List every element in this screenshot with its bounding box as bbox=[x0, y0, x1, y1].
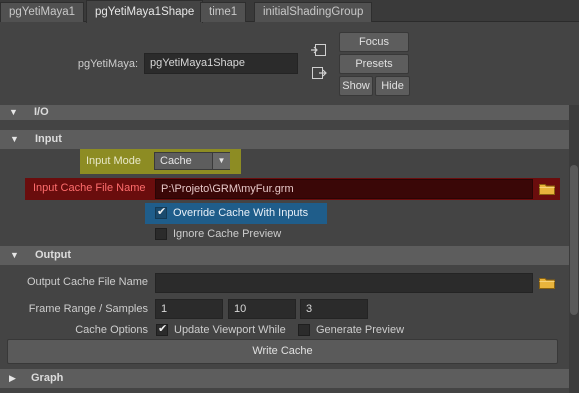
input-mode-value: Cache bbox=[160, 155, 192, 167]
folder-icon[interactable] bbox=[539, 277, 555, 289]
input-mode-label: Input Mode bbox=[86, 155, 142, 167]
checkmark-icon: ✔ bbox=[158, 323, 168, 335]
folder-icon[interactable] bbox=[539, 183, 555, 195]
node-name-field[interactable]: pgYetiMaya1Shape bbox=[144, 53, 298, 74]
ignore-cache-preview-label: Ignore Cache Preview bbox=[173, 228, 282, 240]
section-output[interactable]: ▼ Output bbox=[0, 246, 569, 265]
presets-button[interactable]: Presets bbox=[339, 54, 409, 74]
update-viewport-checkbox[interactable]: ✔ bbox=[156, 323, 168, 336]
section-input[interactable]: ▼ Input bbox=[0, 130, 569, 149]
tab-bar: pgYetiMaya1 pgYetiMaya1Shape time1 initi… bbox=[0, 0, 579, 23]
expand-arrow-icon: ▶ bbox=[9, 373, 16, 383]
input-cache-file-label: Input Cache File Name bbox=[33, 182, 146, 194]
checkmark-icon: ✔ bbox=[157, 206, 167, 218]
section-output-title: Output bbox=[35, 249, 72, 261]
section-io[interactable]: ▼ I/O bbox=[0, 105, 569, 120]
node-name-label: pgYetiMaya: bbox=[77, 58, 138, 70]
collapse-arrow-icon: ▼ bbox=[9, 107, 18, 117]
samples-field[interactable]: 3 bbox=[300, 299, 368, 319]
focus-output-icon[interactable] bbox=[310, 65, 328, 81]
override-cache-label: Override Cache With Inputs bbox=[173, 207, 309, 219]
focus-input-icon[interactable] bbox=[310, 42, 328, 58]
frame-end-field[interactable]: 10 bbox=[228, 299, 296, 319]
collapse-arrow-icon: ▼ bbox=[10, 250, 19, 260]
tab-pgyetimaya1[interactable]: pgYetiMaya1 bbox=[0, 2, 85, 22]
cache-options-label: Cache Options bbox=[75, 324, 148, 336]
tab-initialshadinggroup[interactable]: initialShadingGroup bbox=[254, 2, 373, 22]
section-io-title: I/O bbox=[34, 106, 49, 118]
ignore-cache-preview-checkbox[interactable] bbox=[155, 228, 167, 240]
frame-range-label: Frame Range / Samples bbox=[28, 303, 148, 315]
section-graph-title: Graph bbox=[31, 372, 64, 384]
generate-preview-label: Generate Preview bbox=[316, 324, 405, 336]
hide-button[interactable]: Hide bbox=[375, 76, 410, 96]
generate-preview-checkbox[interactable] bbox=[298, 324, 310, 336]
scrollbar-thumb[interactable] bbox=[570, 165, 578, 315]
override-cache-checkbox[interactable]: ✔ bbox=[155, 206, 167, 219]
write-cache-button[interactable]: Write Cache bbox=[7, 339, 558, 364]
show-button[interactable]: Show bbox=[339, 76, 373, 96]
update-viewport-label: Update Viewport While bbox=[174, 324, 286, 336]
output-cache-file-label: Output Cache File Name bbox=[26, 276, 148, 288]
focus-button[interactable]: Focus bbox=[339, 32, 409, 52]
chevron-down-icon[interactable]: ▼ bbox=[212, 153, 230, 169]
collapse-arrow-icon: ▼ bbox=[10, 134, 19, 144]
tab-time1[interactable]: time1 bbox=[200, 2, 247, 22]
attribute-scroll-area: ▼ I/O ▼ Input Input Mode Cache ▼ Input C… bbox=[0, 105, 569, 393]
frame-start-field[interactable]: 1 bbox=[155, 299, 223, 319]
vertical-scrollbar[interactable] bbox=[569, 105, 579, 393]
input-cache-file-field[interactable]: P:\Projeto\GRM\myFur.grm bbox=[155, 179, 533, 199]
section-graph[interactable]: ▶ Graph bbox=[0, 369, 569, 388]
section-input-title: Input bbox=[35, 133, 62, 145]
output-cache-file-field[interactable] bbox=[155, 273, 533, 293]
tab-pgyetimaya1shape[interactable]: pgYetiMaya1Shape bbox=[86, 0, 204, 23]
